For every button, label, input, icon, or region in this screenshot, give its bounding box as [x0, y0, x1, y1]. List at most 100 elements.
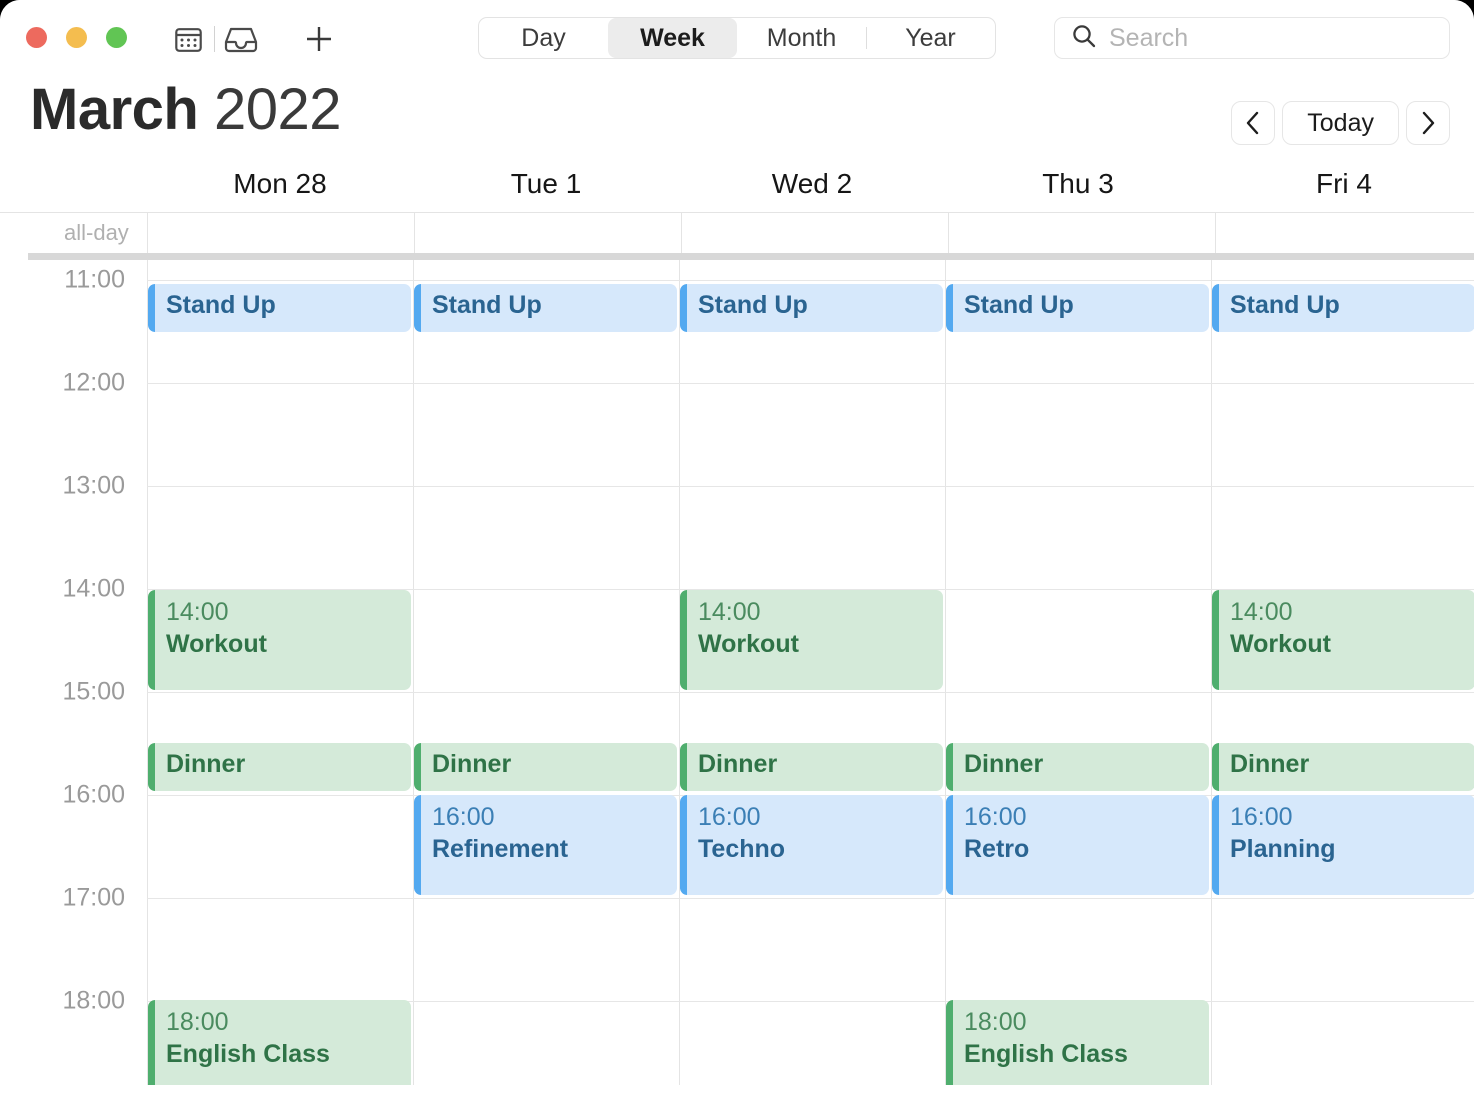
inbox-icon[interactable]	[221, 20, 261, 58]
toolbar-icon-group	[168, 20, 347, 58]
header-row: March 2022 Today	[0, 76, 1474, 156]
calendar-event[interactable]: Dinner	[414, 743, 677, 791]
calendar-event[interactable]: Stand Up	[680, 284, 943, 332]
event-title: Planning	[1230, 833, 1474, 865]
event-time: 18:00	[964, 1007, 1209, 1038]
event-color-bar	[1212, 795, 1219, 895]
all-day-separator	[0, 253, 1474, 260]
day-header-mon[interactable]: Mon 28	[147, 156, 413, 212]
title-year: 2022	[214, 77, 341, 142]
calendar-event[interactable]: Stand Up	[1212, 284, 1474, 332]
hour-label: 15:00	[0, 678, 125, 707]
close-button[interactable]	[26, 27, 47, 48]
calendar-event[interactable]: Dinner	[1212, 743, 1474, 791]
day-header-wed[interactable]: Wed 2	[679, 156, 945, 212]
all-day-label: all-day	[0, 213, 147, 253]
calendar-event[interactable]: 14:00Workout	[1212, 590, 1474, 690]
event-color-bar	[680, 284, 687, 332]
event-color-bar	[1212, 590, 1219, 690]
event-color-bar	[680, 795, 687, 895]
event-color-bar	[946, 743, 953, 791]
add-event-icon[interactable]	[291, 20, 347, 58]
day-header-thu[interactable]: Thu 3	[945, 156, 1211, 212]
event-color-bar	[148, 590, 155, 690]
day-header-row: Mon 28 Tue 1 Wed 2 Thu 3 Fri 4	[0, 156, 1474, 212]
zoom-button[interactable]	[106, 27, 127, 48]
hour-gridline	[147, 692, 1474, 693]
view-mode-month[interactable]: Month	[737, 18, 866, 58]
next-week-button[interactable]	[1406, 101, 1450, 145]
hour-gridline	[147, 486, 1474, 487]
titlebar-toolbar: Day Week Month Year Search	[0, 0, 1474, 76]
calendar-event[interactable]: 14:00Workout	[680, 590, 943, 690]
event-title: Dinner	[166, 748, 411, 780]
event-time: 16:00	[432, 802, 677, 833]
day-header-fri-label: Fri 4	[1316, 168, 1372, 200]
event-title: Dinner	[698, 748, 943, 780]
hour-label: 16:00	[0, 781, 125, 810]
event-title: English Class	[166, 1038, 411, 1070]
event-title: Workout	[166, 628, 411, 660]
calendar-event[interactable]: 14:00Workout	[148, 590, 411, 690]
event-color-bar	[148, 284, 155, 332]
calendar-event[interactable]: 18:00English Class	[148, 1000, 411, 1085]
calendar-event[interactable]: Stand Up	[946, 284, 1209, 332]
event-color-bar	[414, 284, 421, 332]
event-time: 14:00	[1230, 597, 1474, 628]
event-title: Stand Up	[1230, 289, 1474, 321]
day-header-thu-label: Thu 3	[1042, 168, 1114, 200]
minimize-button[interactable]	[66, 27, 87, 48]
day-header-tue[interactable]: Tue 1	[413, 156, 679, 212]
all-day-row: all-day	[0, 212, 1474, 253]
hour-gridline	[147, 280, 1474, 281]
view-mode-year[interactable]: Year	[866, 18, 995, 58]
event-title: Stand Up	[698, 289, 943, 321]
event-time: 18:00	[166, 1007, 411, 1038]
calendar-event[interactable]: 18:00English Class	[946, 1000, 1209, 1085]
calendar-event[interactable]: Dinner	[946, 743, 1209, 791]
event-title: Workout	[1230, 628, 1474, 660]
window-controls	[26, 27, 127, 48]
calendar-event[interactable]: 16:00Refinement	[414, 795, 677, 895]
time-grid-scroll[interactable]: 11:0012:0013:0014:0015:0016:0017:0018:00…	[0, 260, 1474, 1085]
previous-week-button[interactable]	[1231, 101, 1275, 145]
hour-label: 14:00	[0, 575, 125, 604]
time-grid: 11:0012:0013:0014:0015:0016:0017:0018:00…	[0, 260, 1474, 1085]
calendar-event[interactable]: Stand Up	[148, 284, 411, 332]
event-time: 16:00	[1230, 802, 1474, 833]
all-day-cell-mon[interactable]	[147, 213, 414, 253]
event-title: Dinner	[964, 748, 1209, 780]
view-mode-segmented-control[interactable]: Day Week Month Year	[478, 17, 996, 59]
all-day-cell-tue[interactable]	[414, 213, 681, 253]
view-mode-day[interactable]: Day	[479, 18, 608, 58]
hour-gridline	[147, 898, 1474, 899]
event-title: Dinner	[1230, 748, 1474, 780]
calendar-event[interactable]: Dinner	[680, 743, 943, 791]
all-day-cell-thu[interactable]	[948, 213, 1215, 253]
event-title: English Class	[964, 1038, 1209, 1070]
view-mode-week[interactable]: Week	[608, 18, 737, 58]
calendar-event[interactable]: Dinner	[148, 743, 411, 791]
today-button[interactable]: Today	[1282, 101, 1399, 145]
page-title: March 2022	[30, 76, 341, 143]
event-title: Dinner	[432, 748, 677, 780]
hour-label: 18:00	[0, 987, 125, 1016]
calendar-event[interactable]: 16:00Retro	[946, 795, 1209, 895]
event-color-bar	[414, 743, 421, 791]
calendar-event[interactable]: Stand Up	[414, 284, 677, 332]
view-mode-month-label: Month	[767, 24, 836, 53]
date-navigation: Today	[1231, 101, 1450, 145]
all-day-cell-fri[interactable]	[1215, 213, 1474, 253]
calendar-event[interactable]: 16:00Planning	[1212, 795, 1474, 895]
day-header-fri[interactable]: Fri 4	[1211, 156, 1474, 212]
calendar-event[interactable]: 16:00Techno	[680, 795, 943, 895]
event-color-bar	[148, 743, 155, 791]
event-title: Stand Up	[432, 289, 677, 321]
calendar-icon[interactable]	[168, 20, 208, 58]
event-color-bar	[148, 1000, 155, 1085]
all-day-cell-wed[interactable]	[681, 213, 948, 253]
day-header-mon-label: Mon 28	[233, 168, 326, 200]
search-field[interactable]: Search	[1054, 17, 1450, 59]
event-time: 14:00	[698, 597, 943, 628]
search-icon	[1071, 23, 1097, 54]
